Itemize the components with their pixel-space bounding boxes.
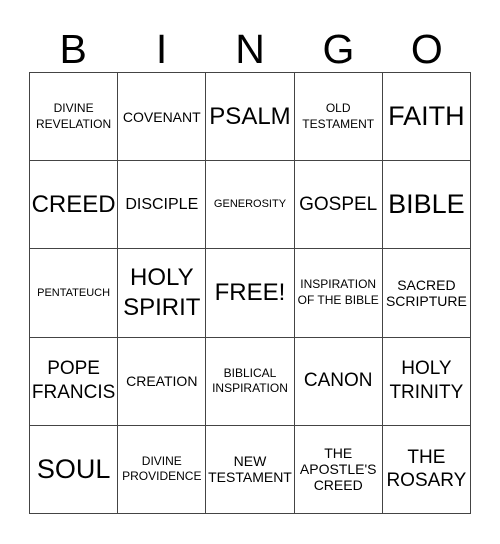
bingo-cell[interactable]: OLD TESTAMENT (294, 73, 383, 162)
bingo-cell[interactable]: INSPIRATION OF THE BIBLE (294, 249, 383, 338)
bingo-header: B I N G O (29, 26, 471, 72)
bingo-cell[interactable]: HOLY TRINITY (382, 337, 471, 426)
bingo-cell[interactable]: THE APOSTLE'S CREED (294, 425, 383, 514)
bingo-cell[interactable]: DISCIPLE (118, 161, 207, 250)
bingo-cell[interactable]: FAITH (382, 73, 471, 162)
header-letter-g: G (322, 26, 355, 72)
bingo-cell[interactable]: BIBLICAL INSPIRATION (206, 337, 295, 426)
bingo-cell[interactable]: DIVINE REVELATION (30, 73, 119, 162)
bingo-card-grid: DIVINE REVELATION COVENANT PSALM OLD TES… (29, 72, 471, 514)
bingo-cell[interactable]: PENTATEUCH (30, 249, 119, 338)
bingo-cell[interactable]: THE ROSARY (382, 425, 471, 514)
bingo-cell[interactable]: NEW TESTAMENT (206, 425, 295, 514)
bingo-cell[interactable]: PSALM (206, 73, 295, 162)
bingo-cell[interactable]: BIBLE (382, 161, 471, 250)
header-letter-o: O (410, 26, 443, 72)
bingo-cell[interactable]: HOLY SPIRIT (118, 249, 207, 338)
bingo-cell[interactable]: CREED (30, 161, 119, 250)
bingo-cell[interactable]: GENEROSITY (206, 161, 295, 250)
bingo-cell[interactable]: CANON (294, 337, 383, 426)
bingo-cell[interactable]: DIVINE PROVIDENCE (118, 425, 207, 514)
bingo-cell[interactable]: COVENANT (118, 73, 207, 162)
bingo-cell[interactable]: POPE FRANCIS (30, 337, 119, 426)
header-letter-b: B (59, 26, 87, 72)
header-letter-n: N (235, 26, 265, 72)
bingo-cell[interactable]: SACRED SCRIPTURE (382, 249, 471, 338)
bingo-cell[interactable]: GOSPEL (294, 161, 383, 250)
free-space-cell[interactable]: FREE! (206, 249, 295, 338)
bingo-cell[interactable]: SOUL (30, 425, 119, 514)
header-letter-i: I (155, 26, 168, 72)
bingo-cell[interactable]: CREATION (118, 337, 207, 426)
